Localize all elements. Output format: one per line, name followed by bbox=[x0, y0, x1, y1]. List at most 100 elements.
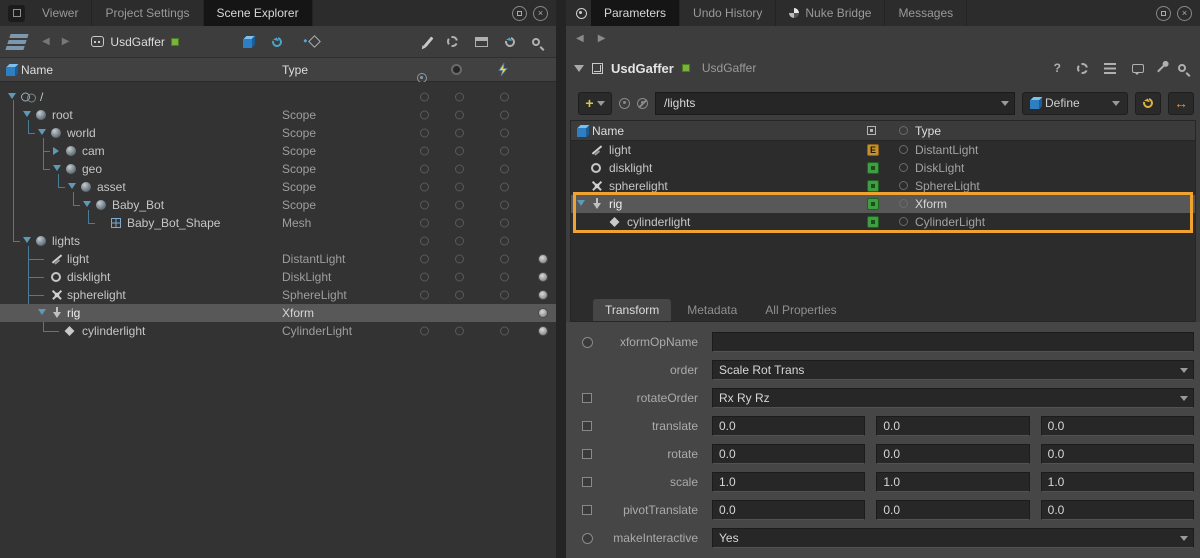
follow-selection-icon[interactable] bbox=[619, 98, 630, 109]
xformopname-input[interactable] bbox=[712, 332, 1194, 352]
toggle[interactable] bbox=[420, 273, 429, 282]
toggle[interactable] bbox=[500, 237, 509, 246]
tab-metadata[interactable]: Metadata bbox=[675, 299, 749, 321]
tree-row-selected[interactable]: rig Xform bbox=[0, 304, 556, 322]
toggle[interactable] bbox=[500, 111, 509, 120]
close-panel-icon[interactable]: × bbox=[1177, 6, 1192, 21]
tab-project-settings[interactable]: Project Settings bbox=[92, 0, 203, 26]
state-toggle[interactable] bbox=[899, 199, 908, 208]
toggle[interactable] bbox=[420, 147, 429, 156]
defined-badge[interactable] bbox=[867, 180, 879, 192]
state-toggle[interactable] bbox=[899, 145, 908, 154]
expander-icon[interactable] bbox=[23, 111, 31, 117]
toggle[interactable] bbox=[420, 309, 429, 318]
toggle[interactable] bbox=[500, 147, 509, 156]
defined-badge[interactable] bbox=[867, 216, 879, 228]
refresh-icon[interactable] bbox=[503, 35, 517, 49]
edit-badge[interactable]: E bbox=[867, 144, 879, 156]
tab-transform[interactable]: Transform bbox=[593, 299, 671, 321]
rotate-z-input[interactable] bbox=[1041, 444, 1194, 464]
help-icon[interactable]: ? bbox=[1054, 61, 1061, 75]
render-slate-icon[interactable] bbox=[475, 37, 488, 47]
toggle[interactable] bbox=[455, 219, 464, 228]
revert-button[interactable] bbox=[1135, 92, 1161, 115]
expander-icon[interactable] bbox=[53, 147, 59, 155]
collapse-node-icon[interactable] bbox=[574, 65, 584, 72]
defined-badge[interactable] bbox=[867, 162, 879, 174]
toggle[interactable] bbox=[500, 93, 509, 102]
toggle[interactable] bbox=[420, 255, 429, 264]
toggle[interactable] bbox=[455, 111, 464, 120]
expander-icon[interactable] bbox=[53, 165, 61, 171]
tab-nuke-bridge[interactable]: Nuke Bridge bbox=[776, 0, 885, 26]
tab-parameters[interactable]: Parameters bbox=[591, 0, 680, 26]
scale-y-input[interactable] bbox=[876, 472, 1029, 492]
tree-row[interactable]: world Scope bbox=[0, 124, 556, 142]
pivottranslate-x-input[interactable] bbox=[712, 500, 865, 520]
reload-scene-icon[interactable] bbox=[270, 35, 284, 49]
edit-icon[interactable] bbox=[423, 36, 433, 47]
sliders-icon[interactable] bbox=[1104, 63, 1116, 74]
location-row-selected[interactable]: rig Xform bbox=[571, 195, 1195, 213]
forward-button[interactable]: ▶ bbox=[62, 36, 70, 47]
toggle[interactable] bbox=[500, 255, 509, 264]
tab-all-properties[interactable]: All Properties bbox=[753, 299, 848, 321]
order-select[interactable]: Scale Rot Trans bbox=[712, 360, 1194, 380]
panel-icon[interactable] bbox=[8, 5, 25, 22]
chevron-down-icon[interactable] bbox=[1001, 101, 1009, 106]
parameter-menu-icon[interactable] bbox=[582, 533, 598, 544]
rotate-y-input[interactable] bbox=[876, 444, 1029, 464]
expander-icon[interactable] bbox=[68, 183, 76, 189]
toggle[interactable] bbox=[455, 291, 464, 300]
toggle[interactable] bbox=[420, 183, 429, 192]
toggle[interactable] bbox=[500, 129, 509, 138]
translate-y-input[interactable] bbox=[876, 416, 1029, 436]
rotate-x-input[interactable] bbox=[712, 444, 865, 464]
toggle[interactable] bbox=[500, 273, 509, 282]
toggle[interactable] bbox=[420, 327, 429, 336]
tab-viewer[interactable]: Viewer bbox=[29, 0, 92, 26]
tree-row[interactable]: Baby_Bot_Shape Mesh bbox=[0, 214, 556, 232]
float-panel-icon[interactable] bbox=[512, 6, 527, 21]
state-toggle[interactable] bbox=[899, 217, 908, 226]
toggle[interactable] bbox=[500, 165, 509, 174]
toggle[interactable] bbox=[500, 309, 509, 318]
toggle[interactable] bbox=[420, 237, 429, 246]
toggle[interactable] bbox=[420, 219, 429, 228]
scale-z-input[interactable] bbox=[1041, 472, 1194, 492]
light-indicator-icon[interactable] bbox=[538, 290, 548, 300]
location-row[interactable]: spherelight SphereLight bbox=[571, 177, 1195, 195]
toggle[interactable] bbox=[420, 201, 429, 210]
tab-scene-explorer[interactable]: Scene Explorer bbox=[204, 0, 313, 26]
toggle[interactable] bbox=[420, 165, 429, 174]
light-indicator-icon[interactable] bbox=[538, 326, 548, 336]
state-toggle[interactable] bbox=[899, 181, 908, 190]
parameter-menu-icon[interactable] bbox=[582, 477, 598, 487]
makeinteractive-select[interactable]: Yes bbox=[712, 528, 1194, 548]
back-button[interactable]: ◀ bbox=[576, 33, 584, 44]
expander-icon[interactable] bbox=[38, 129, 46, 135]
translate-x-input[interactable] bbox=[712, 416, 865, 436]
tree-row[interactable]: asset Scope bbox=[0, 178, 556, 196]
ignore-selection-icon[interactable] bbox=[637, 98, 648, 109]
expander-icon[interactable] bbox=[83, 201, 91, 207]
toggle[interactable] bbox=[420, 111, 429, 120]
tree-row[interactable]: root Scope bbox=[0, 106, 556, 124]
toggle[interactable] bbox=[455, 255, 464, 264]
forward-button[interactable]: ▶ bbox=[598, 33, 606, 44]
toggle[interactable] bbox=[455, 201, 464, 210]
light-indicator-icon[interactable] bbox=[538, 272, 548, 282]
float-panel-icon[interactable] bbox=[1156, 6, 1171, 21]
scale-x-input[interactable] bbox=[712, 472, 865, 492]
toggle[interactable] bbox=[500, 183, 509, 192]
scene-cube-icon[interactable] bbox=[243, 39, 252, 48]
define-dropdown[interactable]: Define bbox=[1022, 92, 1128, 115]
light-indicator-icon[interactable] bbox=[538, 308, 548, 318]
light-indicator-icon[interactable] bbox=[538, 254, 548, 264]
toggle[interactable] bbox=[500, 201, 509, 210]
comment-icon[interactable] bbox=[1132, 64, 1144, 73]
tree-row[interactable]: cam Scope bbox=[0, 142, 556, 160]
location-row[interactable]: light E DistantLight bbox=[571, 141, 1195, 159]
expander-icon[interactable] bbox=[8, 93, 16, 99]
gear-icon[interactable] bbox=[1077, 63, 1088, 74]
